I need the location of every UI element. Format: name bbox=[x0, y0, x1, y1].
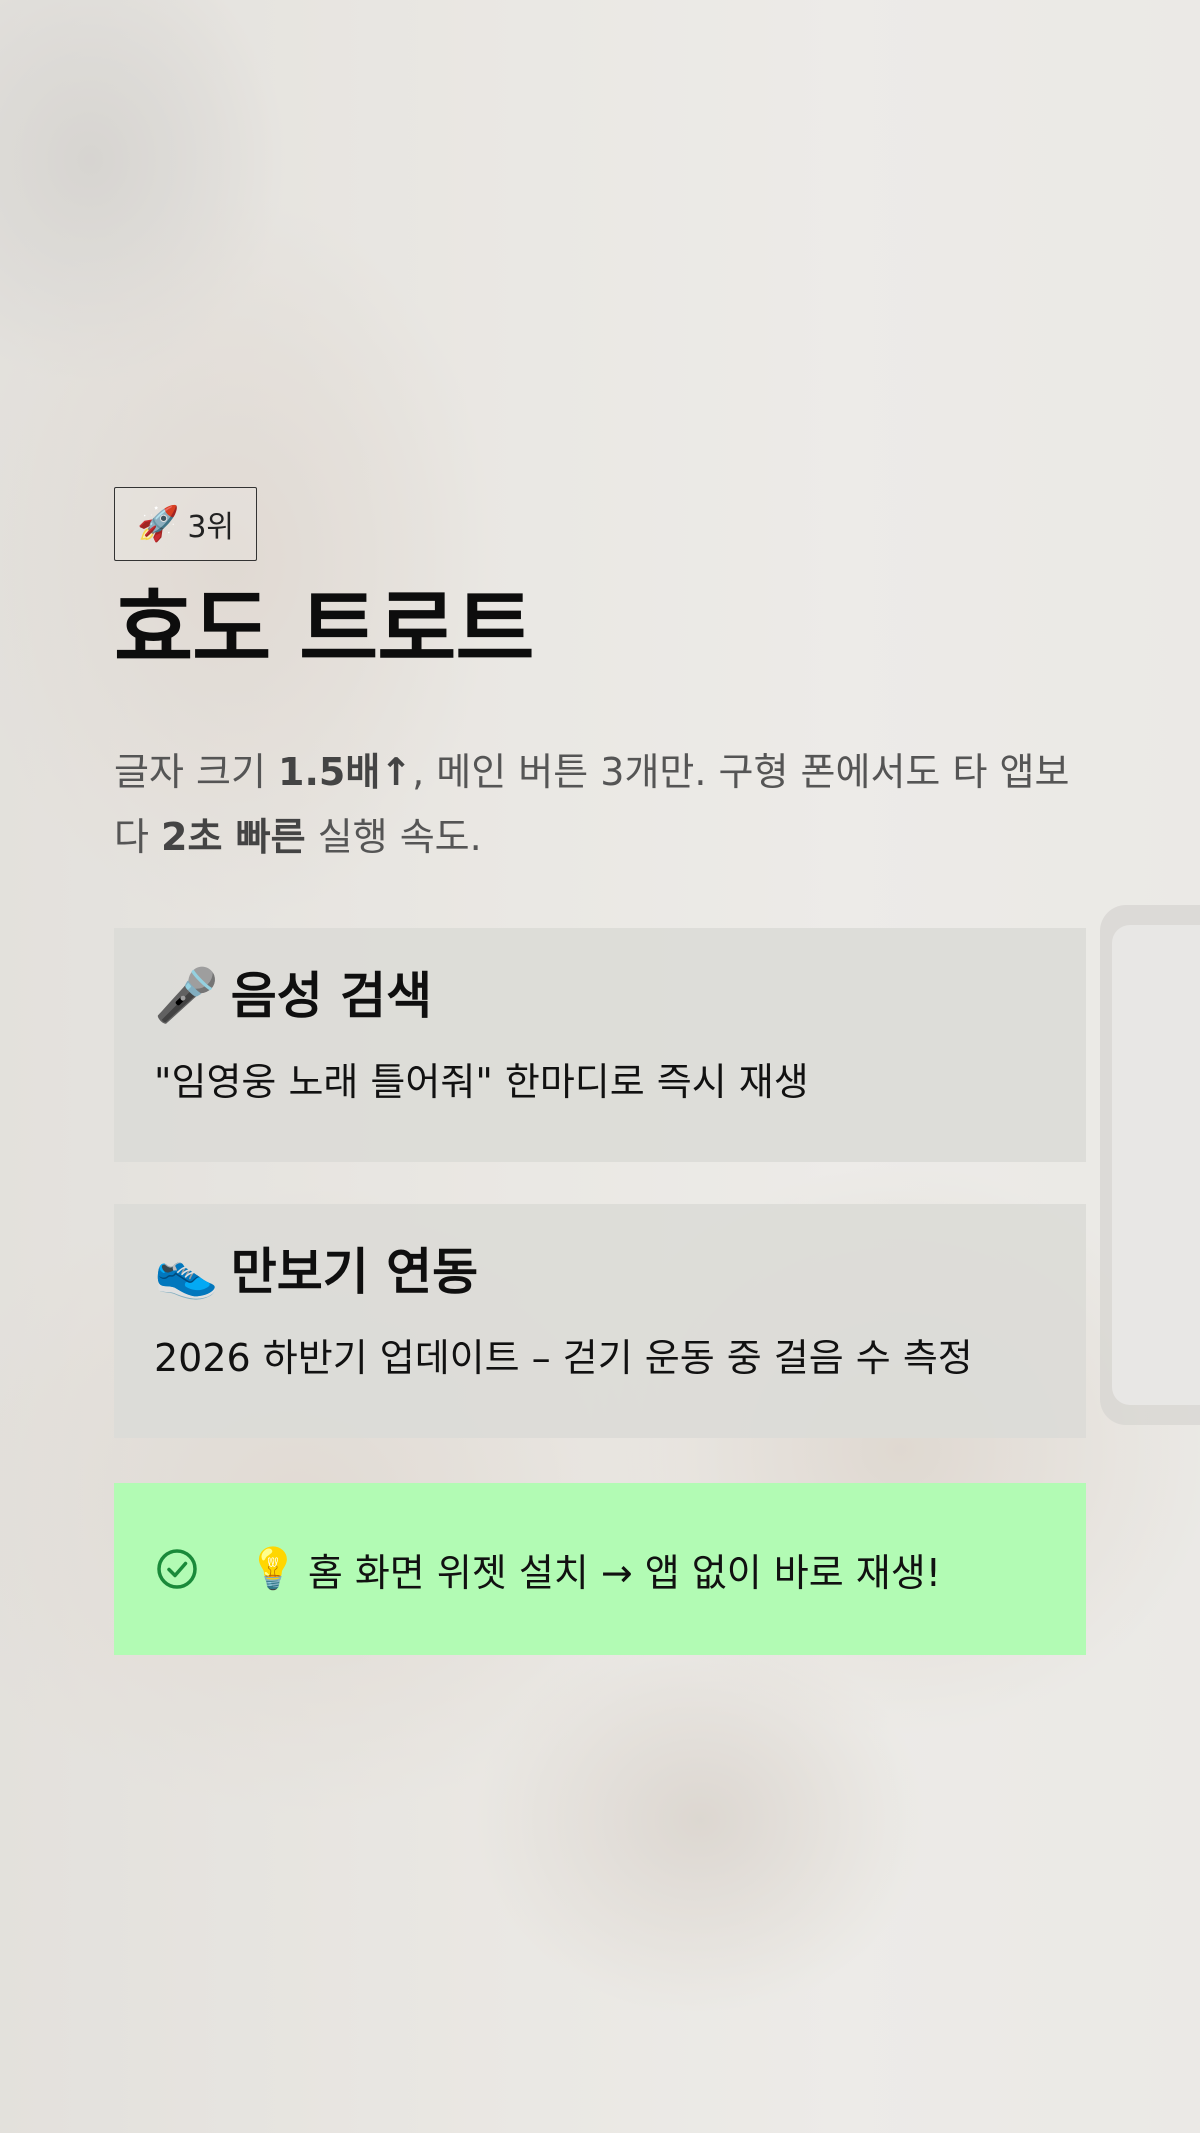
sneaker-icon: 👟 bbox=[154, 1242, 219, 1303]
description-bold-speed: 2초 빠른 bbox=[161, 815, 306, 860]
feature-description: 2026 하반기 업데이트 – 걷기 운동 중 걸음 수 측정 bbox=[154, 1336, 973, 1381]
rank-badge: 🚀 3위 bbox=[114, 487, 258, 561]
rank-label: 3위 bbox=[187, 510, 235, 545]
feature-card-voice-search: 🎤 음성 검색 "임영웅 노래 틀어줘" 한마디로 즉시 재생 bbox=[114, 928, 1086, 1163]
lightbulb-icon: 💡 bbox=[248, 1546, 298, 1593]
rocket-icon: 🚀 bbox=[137, 504, 180, 544]
main-content: 🚀 3위 효도 트로트 글자 크기 1.5배↑, 메인 버튼 3개만. 구형 폰… bbox=[114, 487, 1086, 1656]
feature-title-text: 만보기 연동 bbox=[230, 1243, 479, 1302]
app-description: 글자 크기 1.5배↑, 메인 버튼 3개만. 구형 폰에서도 타 앱보다 2초… bbox=[114, 740, 1086, 870]
feature-title-text: 음성 검색 bbox=[230, 967, 433, 1026]
description-bold-font-size: 1.5배↑ bbox=[278, 750, 413, 795]
page-title: 효도 트로트 bbox=[114, 580, 535, 680]
microphone-icon: 🎤 bbox=[154, 966, 219, 1027]
feature-card-pedometer: 👟 만보기 연동 2026 하반기 업데이트 – 걷기 운동 중 걸음 수 측정 bbox=[114, 1204, 1086, 1439]
tip-label: 홈 화면 위젯 설치 → 앱 없이 바로 재생! bbox=[307, 1550, 941, 1595]
tip-text: 💡 홈 화면 위젯 설치 → 앱 없이 바로 재생! bbox=[248, 1542, 941, 1597]
feature-title: 👟 만보기 연동 bbox=[154, 1242, 1046, 1302]
feature-title: 🎤 음성 검색 bbox=[154, 966, 1046, 1026]
check-circle-icon bbox=[157, 1549, 197, 1589]
description-text-3: 실행 속도. bbox=[305, 815, 482, 860]
widget-tip-box: 💡 홈 화면 위젯 설치 → 앱 없이 바로 재생! bbox=[114, 1483, 1086, 1656]
feature-description: "임영웅 노래 틀어줘" 한마디로 즉시 재생 bbox=[154, 1060, 809, 1105]
description-text-1: 글자 크기 bbox=[114, 750, 278, 795]
